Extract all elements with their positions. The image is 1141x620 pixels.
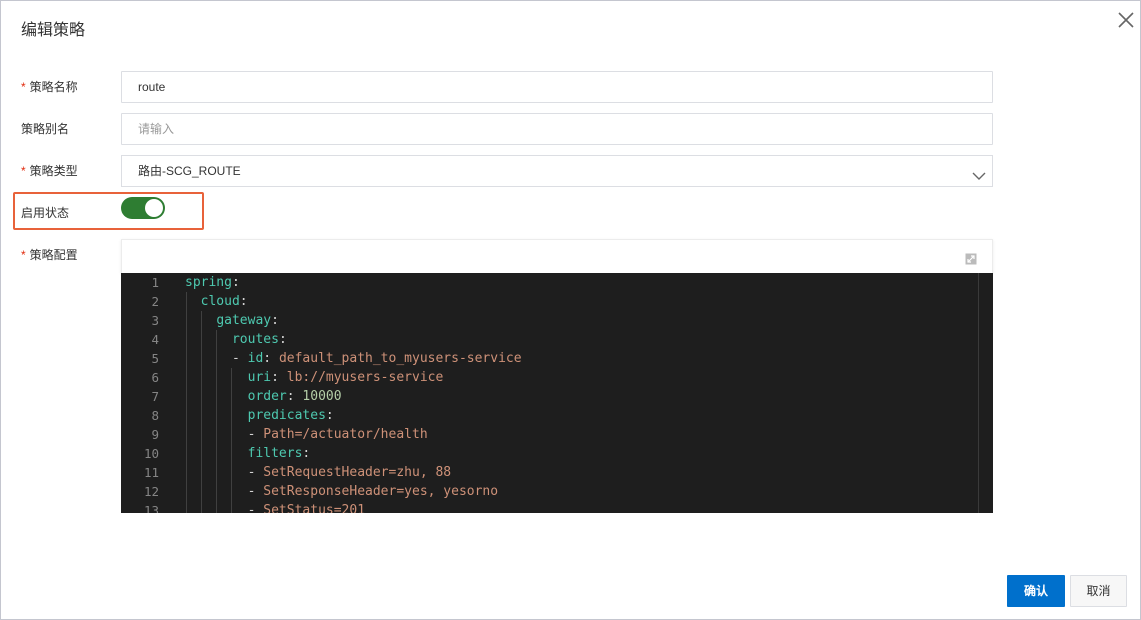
code-token: : [325, 408, 334, 423]
config-label-text: 策略配置 [29, 248, 78, 262]
code-line: - SetRequestHeader=zhu, 88 [185, 463, 452, 482]
code-token: predicates [247, 408, 326, 423]
dialog-title: 编辑策略 [21, 22, 86, 39]
line-number: 8 [151, 408, 159, 423]
code-token: Path=/actuator/health [263, 427, 428, 442]
close-icon[interactable] [1117, 11, 1135, 29]
line-number-gutter: 1 2 3 4 5 6 7 8 9 10 11 12 13 [121, 273, 171, 513]
indent-guide [201, 311, 202, 513]
required-mark: * [21, 248, 26, 262]
code-token: lb://myusers-service [286, 370, 444, 385]
code-line: gateway: [185, 311, 279, 330]
line-number: 6 [151, 370, 159, 385]
chevron-down-icon [972, 164, 986, 180]
name-label-text: 策略名称 [29, 80, 78, 94]
indent-guide [186, 292, 187, 513]
code-token: filters [247, 446, 303, 461]
edit-policy-dialog: 编辑策略 *策略名称 策略别名 *策略类型 路由-SCG_ROUTE 启用状态 … [0, 0, 1141, 620]
indent-guide [231, 368, 232, 513]
policy-type-select[interactable]: 路由-SCG_ROUTE [121, 155, 993, 187]
code-editor[interactable]: 1 2 3 4 5 6 7 8 9 10 11 12 13 spring: cloud: gateway… [121, 273, 993, 513]
code-token: 10000 [302, 389, 342, 404]
line-number: 9 [151, 427, 159, 442]
code-token: cloud [200, 294, 240, 309]
code-token: SetRequestHeader=zhu, 88 [263, 465, 452, 480]
code-line: uri: lb://myusers-service [185, 368, 444, 387]
alias-label: 策略别名 [21, 113, 69, 145]
code-token: : [286, 389, 303, 404]
policy-alias-input[interactable] [121, 113, 993, 145]
code-token: : [271, 370, 287, 385]
indent-guide [216, 330, 217, 513]
line-number: 12 [143, 484, 159, 499]
code-line: filters: [185, 444, 311, 463]
code-token: SetStatus=201 [263, 503, 366, 513]
cancel-button[interactable]: 取消 [1070, 575, 1127, 607]
editor-toolbar [121, 239, 993, 273]
code-token: : [231, 275, 240, 290]
confirm-button[interactable]: 确认 [1007, 575, 1065, 607]
expand-icon[interactable] [965, 252, 977, 265]
line-number: 3 [151, 313, 159, 328]
code-token: : [278, 332, 287, 347]
code-token: - [185, 503, 264, 513]
code-token: id [247, 351, 264, 366]
toggle-knob [145, 199, 163, 217]
required-mark: * [21, 80, 26, 94]
line-number: 10 [143, 446, 159, 461]
code-token: - [185, 427, 264, 442]
code-token: SetResponseHeader=yes, yesorno [263, 484, 499, 499]
line-number: 11 [143, 465, 159, 480]
status-label: 启用状态 [21, 197, 69, 229]
form-row-type: * 策略类型 路由-SCG_ROUTE [1, 155, 1141, 187]
line-number: 5 [151, 351, 159, 366]
line-number: 2 [151, 294, 159, 309]
required-mark: * [21, 164, 26, 178]
form-row-name: * 策略名称 [1, 71, 1141, 103]
policy-name-input[interactable] [121, 71, 993, 103]
type-label: * 策略类型 [21, 155, 78, 187]
code-token: spring [185, 275, 232, 290]
code-token: : [302, 446, 311, 461]
code-token: : [263, 351, 279, 366]
code-token: - [185, 465, 264, 480]
code-token: default_path_to_myusers-service [278, 351, 522, 366]
status-label-text: 启用状态 [21, 206, 70, 220]
config-label: * 策略配置 [21, 239, 78, 271]
line-number: 13 [143, 503, 159, 513]
enable-status-toggle[interactable] [121, 197, 165, 219]
code-line: cloud: [185, 292, 248, 311]
code-line: - SetStatus=201 [185, 501, 365, 513]
code-token: gateway [216, 313, 272, 328]
code-line: spring: [185, 273, 240, 292]
code-token: : [239, 294, 248, 309]
code-token: order [247, 389, 287, 404]
code-token: uri [247, 370, 272, 385]
code-line: - id: default_path_to_myusers-service [185, 349, 522, 368]
form-row-alias: 策略别名 [1, 113, 1141, 145]
code-line: - Path=/actuator/health [185, 425, 428, 444]
code-line: predicates: [185, 406, 334, 425]
name-label: * 策略名称 [21, 71, 78, 103]
form-row-status: 启用状态 [1, 197, 1141, 229]
code-line: order: 10000 [185, 387, 342, 406]
editor-scrollbar[interactable] [978, 273, 979, 513]
policy-type-value: 路由-SCG_ROUTE [138, 164, 241, 178]
code-token: : [271, 313, 279, 328]
line-number: 1 [151, 275, 159, 290]
type-label-text: 策略类型 [29, 164, 78, 178]
config-editor: 1 2 3 4 5 6 7 8 9 10 11 12 13 spring: cloud: gateway… [121, 239, 993, 513]
alias-label-text: 策略别名 [21, 122, 70, 136]
code-token: - [185, 484, 264, 499]
line-number: 7 [151, 389, 159, 404]
line-number: 4 [151, 332, 159, 347]
code-token: routes [231, 332, 279, 347]
